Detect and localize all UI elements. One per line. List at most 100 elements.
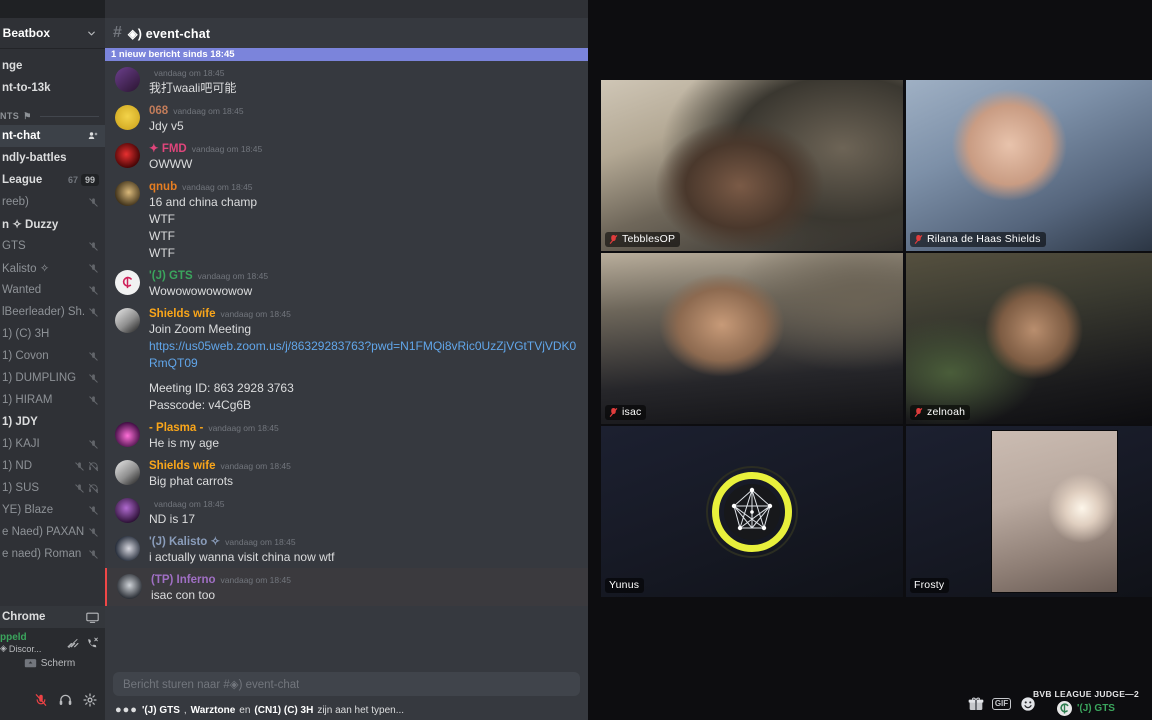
add-member-icon[interactable] [87,130,99,142]
message-author[interactable]: ✦ FMD [149,142,187,156]
message-author[interactable]: - Plasma - [149,421,203,435]
sidebar-user-7[interactable]: n ✧ Duzzy [0,213,105,235]
avatar[interactable] [117,574,142,599]
gear-icon[interactable] [83,693,97,707]
sidebar-user-19[interactable]: 1) SUS [0,477,105,499]
overlay-avatar [1057,701,1073,716]
sidebar-user-8[interactable]: GTS [0,235,105,257]
headphones-muted-icon [88,483,99,493]
sidebar-user-6[interactable]: reeb) [0,191,105,213]
sidebar-item-1[interactable]: nt-to-13k [0,77,105,99]
avatar[interactable] [115,536,140,561]
message-author[interactable]: 068 [149,104,168,118]
voice-server-label: Discor... [8,643,42,654]
sidebar-user-22[interactable]: e naed) Roman ... [0,543,105,565]
sidebar-user-18[interactable]: 1) ND [0,455,105,477]
call-disconnect-icon[interactable] [85,637,99,650]
sidebar-category-events[interactable]: NTS ⚑ [0,99,105,125]
typing-indicator: ●●● '(J) GTS, Warztone en (CN1) (C) 3H z… [115,704,404,716]
message-row: qnub vandaag om 18:45 16 and china champ… [105,175,588,264]
message-author[interactable]: '(J) Kalisto ✧ [149,535,220,549]
sidebar-user-16[interactable]: 1) JDY [0,411,105,433]
overlay-username: '(J) GTS [1077,703,1115,714]
video-tile-rilana[interactable]: Rilana de Haas Shields [906,80,1152,251]
mic-muted-icon [89,197,98,207]
sidebar-user-9[interactable]: Kalisto ✧ [0,257,105,279]
channel-title: ◈) event-chat [127,26,211,41]
headphones-icon[interactable] [58,693,73,707]
avatar[interactable] [115,181,140,206]
sidebar-item-label: 1) ND [2,460,33,472]
sidebar-user-14[interactable]: 1) DUMPLING [0,367,105,389]
mic-muted-icon [89,395,98,405]
avatar[interactable] [115,308,140,333]
message-timestamp: vandaag om 18:45 [225,537,296,547]
stream-overlay: BVB LEAGUE JUDGE—2 '(J) GTS [1026,689,1146,716]
avatar[interactable] [115,67,140,92]
message-list[interactable]: vandaag om 18:45 我打waali吧可能 068 vandaag … [105,61,588,670]
hash-icon: # [113,24,122,41]
video-tile-tebblesop[interactable]: TebblesOP [601,80,903,251]
avatar[interactable] [115,422,140,447]
message-input-placeholder[interactable]: Bericht sturen naar #◈) event-chat [123,677,299,691]
emoji-icon[interactable] [1019,695,1036,712]
message-timestamp: vandaag om 18:45 [154,68,225,78]
mic-muted-icon [89,285,98,295]
sidebar-user-11[interactable]: lBeerleader) Sh... [0,301,105,323]
chat-action-icons: GIF [967,695,1036,712]
video-tile-isac[interactable]: isac [601,253,903,424]
sidebar-user-20[interactable]: YE) Blaze [0,499,105,521]
participant-name: isac [622,406,642,418]
sidebar-category-label: NTS [0,111,20,121]
sidebar-user-13[interactable]: 1) Covon [0,345,105,367]
message-author[interactable]: Shields wife [149,459,215,473]
message-author[interactable]: qnub [149,180,177,194]
signal-icon[interactable] [66,637,80,650]
sidebar-item-league[interactable]: League 67 99 [0,169,105,191]
message-composer[interactable]: Bericht sturen naar #◈) event-chat [113,672,580,696]
sidebar-item-event-chat[interactable]: nt-chat [0,125,105,147]
message-timestamp: vandaag om 18:45 [191,144,263,154]
typing-user-0: '(J) GTS [141,704,180,716]
video-tile-yunus[interactable]: Yunus [601,426,903,597]
video-feed [601,253,903,424]
gif-icon[interactable]: GIF [991,695,1012,712]
sidebar-streaming-row[interactable]: Chrome [0,606,105,628]
share-screen-button[interactable]: Scherm [0,658,99,669]
sidebar-user-17[interactable]: 1) KAJI [0,433,105,455]
channel-list[interactable]: nge nt-to-13k NTS ⚑ nt-chat ndly-battles… [0,48,105,628]
discord-window: d Beatbox nge nt-to-13k NTS ⚑ [0,18,588,720]
meeting-id-text: Meeting ID: 863 2928 3763 [149,381,294,395]
video-tile-zelnoah[interactable]: zelnoah [906,253,1152,424]
gift-icon[interactable] [967,695,984,712]
avatar[interactable] [115,143,140,168]
mic-muted-icon [75,483,84,493]
sidebar-item-friendly-battles[interactable]: ndly-battles [0,147,105,169]
topbar-chat-strip [105,0,588,18]
sidebar-item-0[interactable]: nge [0,55,105,77]
message-text: ND is 17 [149,512,196,526]
message-author[interactable]: Shields wife [149,307,215,321]
chevron-down-icon[interactable] [86,28,97,39]
screen-icon [24,658,37,669]
sidebar-user-10[interactable]: Wanted [0,279,105,301]
zoom-meeting-link[interactable]: https://us05web.zoom.us/j/86329283763?pw… [149,338,580,372]
avatar[interactable] [115,270,140,295]
channel-sidebar: d Beatbox nge nt-to-13k NTS ⚑ [0,18,105,720]
typing-user-1: Warztone [190,704,236,716]
sidebar-user-21[interactable]: e Naed) PAXAN [0,521,105,543]
server-header[interactable]: d Beatbox [0,18,105,48]
message-author[interactable]: '(J) GTS [149,269,193,283]
avatar[interactable] [115,498,140,523]
avatar[interactable] [115,460,140,485]
mic-muted-icon [89,373,98,383]
sidebar-item-label: Wanted [2,284,42,296]
sidebar-user-12[interactable]: 1) (C) 3H [0,323,105,345]
message-row: '(J) Kalisto ✧ vandaag om 18:45 i actual… [105,530,588,568]
sidebar-item-label: e naed) Roman ... [2,548,84,560]
video-tile-frosty[interactable]: Frosty [906,426,1152,597]
sidebar-user-15[interactable]: 1) HIRAM [0,389,105,411]
message-author[interactable]: (TP) Inferno [151,573,216,587]
mic-muted-icon[interactable] [34,693,48,707]
avatar[interactable] [115,105,140,130]
